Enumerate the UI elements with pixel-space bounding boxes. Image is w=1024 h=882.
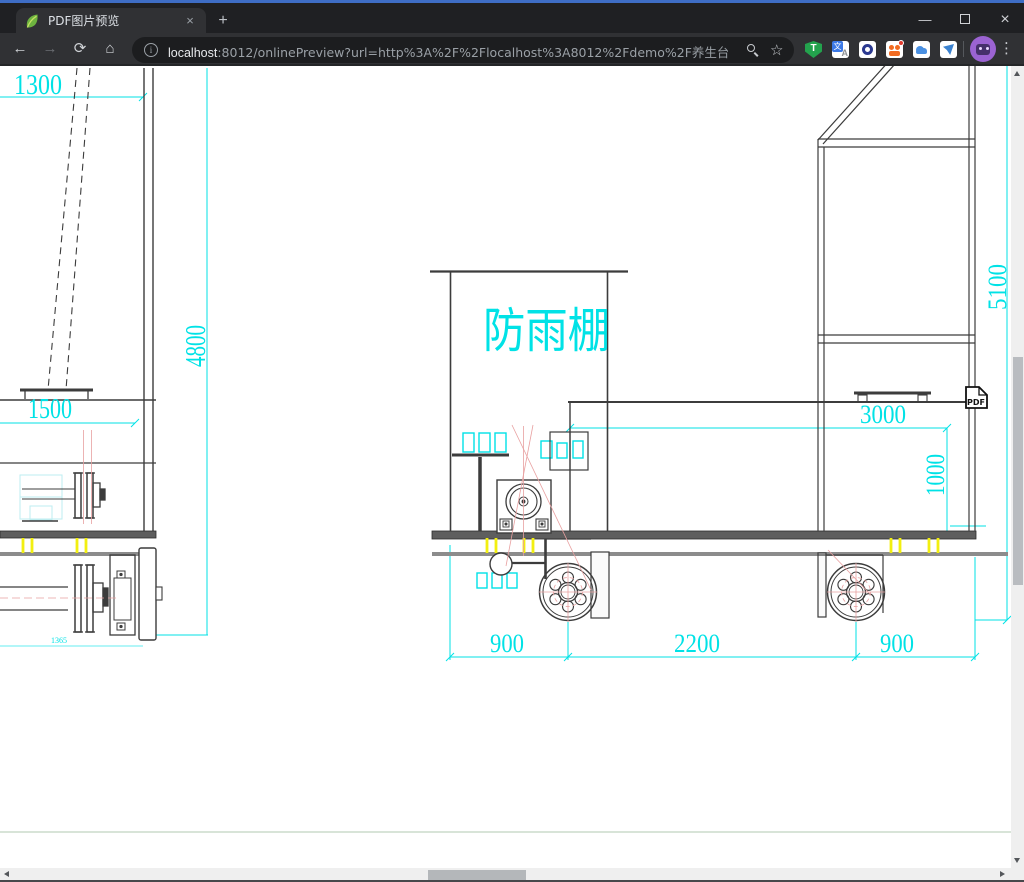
page-info-icon[interactable]: i — [144, 43, 158, 57]
scroll-down-icon[interactable] — [1014, 858, 1020, 863]
cloud-extension-icon[interactable] — [913, 41, 930, 58]
close-window-button[interactable]: × — [988, 6, 1022, 33]
tab-close-icon[interactable]: × — [182, 13, 198, 28]
dim-900-right-label: 900 — [880, 629, 914, 658]
pdf-badge[interactable]: PDF — [965, 386, 988, 409]
minimize-button[interactable]: — — [908, 6, 942, 33]
bird-extension-icon[interactable] — [940, 41, 957, 58]
dim-3000-label: 3000 — [860, 400, 906, 429]
url-host: localhost — [168, 46, 218, 60]
dim-small-label: 1365 — [51, 636, 67, 645]
highlight-clamps — [21, 538, 940, 553]
dim-1500-label: 1500 — [28, 393, 72, 425]
dimension-labels: 1300 4800 1500 1365 900 2200 900 3000 10… — [14, 69, 1011, 658]
faint-machine-outline — [19, 474, 63, 521]
cad-drawing-preview: 1300 4800 1500 1365 900 2200 900 3000 10… — [0, 66, 1011, 833]
home-button[interactable]: ⌂ — [98, 37, 122, 61]
dim-1300-label: 1300 — [14, 69, 62, 101]
toolbar-separator — [963, 41, 964, 57]
bookmark-star-icon[interactable]: ☆ — [770, 41, 783, 59]
url-text[interactable]: localhost:8012/onlinePreview?url=http%3A… — [168, 42, 728, 61]
centerlines — [0, 424, 885, 622]
vertical-scrollbar[interactable] — [1011, 66, 1024, 868]
translate-icon[interactable]: 文 A — [832, 41, 849, 58]
dim-1000-label: 1000 — [921, 454, 950, 496]
people-extension-icon[interactable] — [886, 40, 904, 58]
scroll-up-icon[interactable] — [1014, 71, 1020, 76]
canopy-label: 防雨棚 — [483, 303, 610, 359]
back-button[interactable]: ← — [8, 37, 32, 61]
vertical-scrollbar-thumb[interactable] — [1012, 357, 1023, 585]
dim-900-left-label: 900 — [490, 629, 524, 658]
dim-4800-label: 4800 — [180, 325, 212, 367]
translate-letter: A — [841, 48, 849, 58]
spring-leaf-favicon — [26, 14, 38, 28]
scroll-right-icon[interactable] — [1000, 871, 1005, 877]
pdf-badge-label: PDF — [967, 398, 985, 407]
browser-window: PDF图片预览 × + — × ← → ⟳ ⌂ i localhost:8012… — [0, 0, 1024, 882]
maximize-button[interactable] — [948, 6, 982, 33]
browser-tab[interactable]: PDF图片预览 × — [16, 8, 206, 33]
new-tab-button[interactable]: + — [214, 12, 232, 30]
profile-avatar[interactable] — [970, 36, 996, 62]
tab-title: PDF图片预览 — [48, 14, 120, 28]
zoom-indicator-icon[interactable] — [746, 43, 760, 57]
scroll-left-icon[interactable] — [4, 871, 9, 877]
url-path: :8012/onlinePreview?url=http%3A%2F%2Floc… — [217, 45, 728, 60]
dim-2200-label: 2200 — [674, 629, 720, 658]
reload-button[interactable]: ⟳ — [68, 37, 92, 61]
titlebar: PDF图片预览 × + — × — [0, 3, 1024, 33]
forward-button[interactable]: → — [38, 37, 62, 61]
maximize-icon — [960, 14, 970, 24]
horizontal-scrollbar-thumb[interactable] — [428, 869, 526, 880]
dim-5100-label: 5100 — [983, 264, 1011, 310]
browser-menu-icon[interactable]: ⋮ — [999, 38, 1014, 60]
address-bar[interactable]: i localhost:8012/onlinePreview?url=http%… — [132, 37, 794, 63]
circle-o-extension-icon[interactable] — [859, 41, 876, 58]
